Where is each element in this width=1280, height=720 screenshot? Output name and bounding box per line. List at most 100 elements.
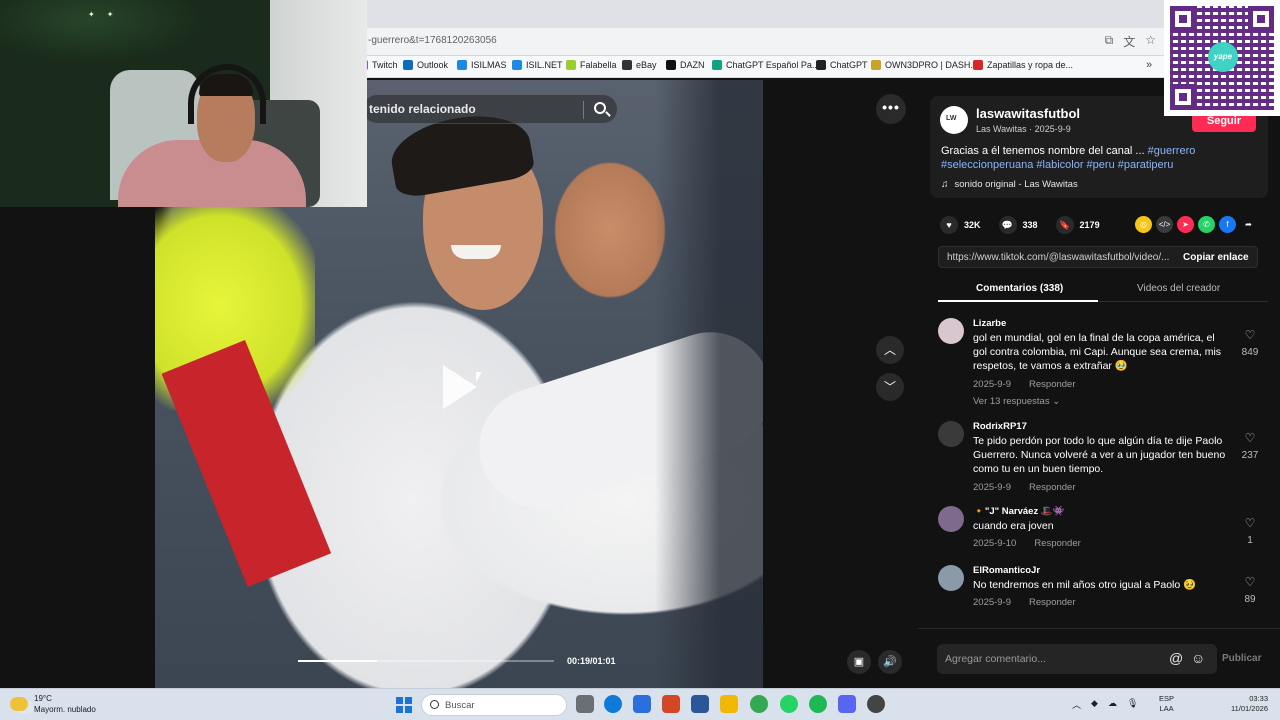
heart-outline-icon[interactable]: ♡: [1236, 575, 1264, 589]
microphone-icon[interactable]: 🎙: [1127, 698, 1138, 711]
reply-button[interactable]: Responder: [1029, 379, 1075, 390]
translate-icon[interactable]: 文: [1123, 33, 1135, 50]
reply-button[interactable]: Responder: [1029, 597, 1075, 608]
whatsapp-icon[interactable]: ✆: [1198, 216, 1215, 233]
bookmark-favicon-icon: [871, 60, 881, 70]
bookmark-item[interactable]: ISILMAS: [457, 60, 507, 70]
bookmark-item[interactable]: OWN3DPRO | DASH...: [871, 60, 978, 70]
copy-link-button[interactable]: Copiar enlace: [1183, 252, 1249, 263]
hashtag-link[interactable]: #paratiperu: [1118, 159, 1174, 171]
commenter-name[interactable]: 🔸"J" Narváez 🎩👾: [973, 506, 1065, 517]
commenter-avatar[interactable]: [938, 506, 964, 532]
comment-like[interactable]: ♡ 1: [1236, 516, 1264, 548]
share-link[interactable]: https://www.tiktok.com/@laswawitasfutbol…: [947, 252, 1171, 263]
bookmark-item[interactable]: ChatGPT Español Pa...: [712, 60, 819, 70]
comment-like[interactable]: ♡ 237: [1236, 431, 1264, 463]
defender-icon[interactable]: ◆: [1091, 698, 1098, 711]
commenter-name[interactable]: Lizarbe: [973, 318, 1006, 329]
video-progress-bar[interactable]: [298, 660, 554, 662]
chevron-up-icon[interactable]: ︿: [1072, 698, 1081, 711]
bookmark-item[interactable]: DAZN: [666, 60, 705, 70]
qr-finder: [1248, 6, 1274, 32]
view-replies-link[interactable]: Ver 13 respuestas ⌄: [973, 396, 1060, 407]
commenter-avatar[interactable]: [938, 421, 964, 447]
tab-creator-videos[interactable]: Videos del creador: [1137, 283, 1220, 294]
comment-input[interactable]: Agregar comentario... @ ☺: [937, 644, 1217, 674]
bookmark-item[interactable]: Outlook: [403, 60, 448, 70]
tab-comments[interactable]: Comentarios (338): [976, 283, 1063, 294]
miniplayer-button[interactable]: ▣: [847, 650, 871, 674]
mention-icon[interactable]: @: [1169, 650, 1183, 666]
emoji-icon[interactable]: ☺: [1191, 650, 1205, 666]
heart-icon[interactable]: ♥: [940, 216, 958, 234]
chrome-icon[interactable]: [750, 695, 768, 713]
comment-like[interactable]: ♡ 849: [1236, 328, 1264, 360]
whatsapp-icon[interactable]: [780, 695, 798, 713]
cloud-icon[interactable]: ☁: [1108, 698, 1117, 711]
comment-icon[interactable]: 💬: [998, 216, 1017, 234]
hashtag-link[interactable]: #peru: [1087, 159, 1118, 171]
hashtag-link[interactable]: #guerrero: [1148, 145, 1196, 157]
previous-video-button[interactable]: ︿: [876, 336, 904, 364]
bookmark-item[interactable]: eBay: [622, 60, 657, 70]
reply-button[interactable]: Responder: [1029, 482, 1075, 493]
commenter-avatar[interactable]: [938, 565, 964, 591]
language-indicator[interactable]: ESP LAA: [1159, 694, 1174, 714]
related-search-box[interactable]: tenido relacionado: [362, 94, 618, 124]
more-options-button[interactable]: •••: [876, 94, 906, 124]
commenter-name[interactable]: RodrixRP17: [973, 421, 1027, 432]
author-name[interactable]: laswawitasfutbol: [976, 106, 1080, 121]
bookmarks-more-button[interactable]: »: [1146, 59, 1152, 71]
share-coin-icon[interactable]: ◎: [1135, 216, 1152, 233]
commenter-name[interactable]: ElRomanticoJr: [973, 565, 1040, 576]
obs-icon[interactable]: [867, 695, 885, 713]
embed-icon[interactable]: </>: [1156, 216, 1173, 233]
share-link-box[interactable]: https://www.tiktok.com/@laswawitasfutbol…: [938, 246, 1258, 268]
url-text[interactable]: -guerrero&t=1768120263056: [368, 35, 497, 46]
hashtag-link[interactable]: #seleccionperuana: [941, 159, 1036, 171]
discord-icon[interactable]: [838, 695, 856, 713]
powerpoint-icon[interactable]: [662, 695, 680, 713]
play-icon[interactable]: [443, 365, 477, 409]
comment-like[interactable]: ♡ 89: [1236, 575, 1264, 607]
install-icon[interactable]: ⧉: [1105, 33, 1114, 50]
send-icon[interactable]: ➤: [1177, 216, 1194, 233]
facebook-icon[interactable]: f: [1219, 216, 1236, 233]
file-explorer-icon[interactable]: [720, 695, 738, 713]
bookmark-label: Outlook: [417, 60, 449, 70]
heart-outline-icon[interactable]: ♡: [1236, 431, 1264, 445]
task-view-icon[interactable]: [576, 695, 594, 713]
bookmark-item[interactable]: Zapatillas y ropa de...: [973, 60, 1073, 70]
heart-outline-icon[interactable]: ♡: [1236, 516, 1264, 530]
hashtag-link[interactable]: #labicolor: [1036, 159, 1086, 171]
taskbar-search[interactable]: Buscar: [421, 694, 567, 716]
clock[interactable]: 03:33 11/01/2026: [1224, 694, 1268, 714]
commenter-avatar[interactable]: [938, 318, 964, 344]
next-video-button[interactable]: ﹀: [876, 373, 904, 401]
comment-tabs: Comentarios (338) Videos del creador: [938, 280, 1268, 302]
qr-code: yape: [1164, 0, 1280, 116]
bookmark-item[interactable]: ISIL.NET: [512, 60, 563, 70]
author-avatar[interactable]: [940, 106, 968, 134]
word-icon[interactable]: [691, 695, 709, 713]
heart-outline-icon[interactable]: ♡: [1236, 328, 1264, 342]
star-icon[interactable]: ☆: [1145, 33, 1156, 50]
post-caption: Gracias a él tenemos nombre del canal ..…: [941, 144, 1261, 172]
windows-start-icon[interactable]: [396, 697, 412, 713]
comment-meta: 2025-9-9 Responder: [973, 482, 1076, 493]
weather-widget[interactable]: 19°C Mayorm. nublado: [10, 693, 96, 715]
comment-meta: 2025-9-9 Responder: [973, 379, 1076, 390]
taskbar-search-label: Buscar: [445, 700, 475, 711]
bookmark-item[interactable]: ChatGPT: [816, 60, 868, 70]
bookmark-item[interactable]: Falabella: [566, 60, 617, 70]
sound-link[interactable]: ♫ sonido original - Las Wawitas: [941, 179, 1078, 190]
spotify-icon[interactable]: [809, 695, 827, 713]
publish-button[interactable]: Publicar: [1222, 653, 1261, 664]
reply-button[interactable]: Responder: [1034, 538, 1080, 549]
edge-icon[interactable]: [604, 695, 622, 713]
share-arrow-icon[interactable]: ➦: [1240, 216, 1257, 233]
store-icon[interactable]: [633, 695, 651, 713]
volume-icon[interactable]: 🔊: [878, 650, 902, 674]
search-icon[interactable]: [594, 102, 606, 114]
bookmark-icon[interactable]: 🔖: [1055, 216, 1074, 234]
